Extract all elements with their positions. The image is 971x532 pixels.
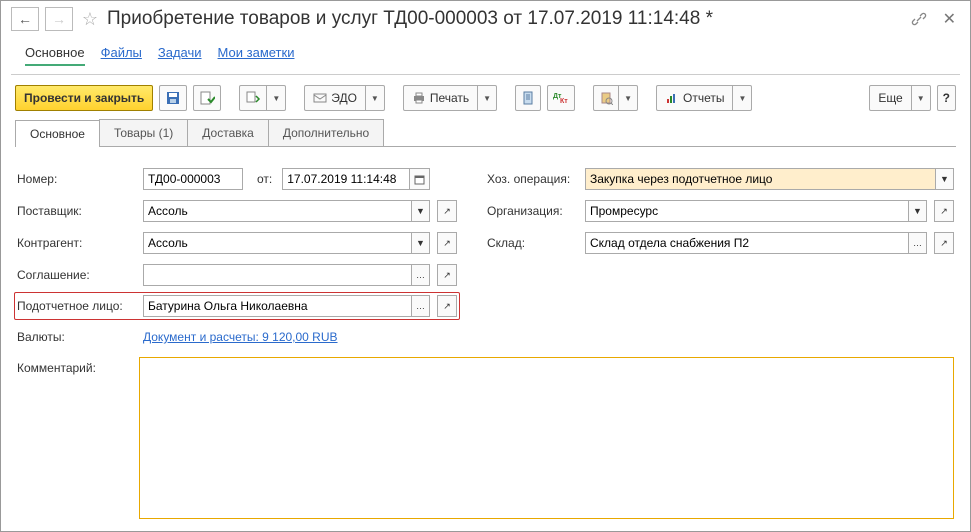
help-button[interactable]: ? [937, 85, 956, 111]
svg-text:Кт: Кт [560, 98, 568, 105]
label-comment: Комментарий: [17, 357, 139, 519]
organization-dropdown-icon[interactable]: ▼ [908, 201, 926, 221]
operation-input[interactable] [586, 169, 935, 189]
supplier-dropdown-icon[interactable]: ▼ [411, 201, 429, 221]
close-button[interactable]: ✕ [939, 9, 960, 29]
reports-dropdown[interactable]: ▼ [733, 85, 752, 111]
agreement-input[interactable] [144, 265, 411, 285]
label-agreement: Соглашение: [17, 268, 139, 282]
currencies-link[interactable]: Документ и расчеты: 9 120,00 RUB [143, 330, 338, 344]
warehouse-select-icon[interactable]: … [908, 233, 926, 253]
print-dropdown[interactable]: ▼ [478, 85, 497, 111]
print-button[interactable]: Печать [403, 85, 478, 111]
print-label: Печать [430, 91, 469, 105]
reports-button[interactable]: Отчеты [656, 85, 733, 111]
tab-goods[interactable]: Товары (1) [99, 119, 188, 146]
section-tab-tasks[interactable]: Задачи [158, 41, 202, 66]
number-input[interactable] [143, 168, 243, 190]
comment-textarea[interactable] [139, 357, 954, 519]
nav-forward-button[interactable]: → [45, 7, 73, 31]
edo-dropdown[interactable]: ▼ [366, 85, 385, 111]
supplier-open-icon[interactable]: ↗ [437, 200, 457, 222]
label-accountable: Подотчетное лицо: [17, 299, 139, 313]
label-counterparty: Контрагент: [17, 236, 139, 250]
supplier-input[interactable] [144, 201, 411, 221]
document-structure-button[interactable] [515, 85, 541, 111]
label-organization: Организация: [487, 204, 581, 218]
post-button[interactable] [193, 85, 221, 111]
accountable-input[interactable] [144, 296, 411, 316]
nav-back-button[interactable]: ← [11, 7, 39, 31]
create-based-on-dropdown[interactable]: ▼ [267, 85, 286, 111]
post-and-close-button[interactable]: Провести и закрыть [15, 85, 153, 111]
calendar-icon[interactable] [409, 169, 429, 189]
counterparty-input[interactable] [144, 233, 411, 253]
tab-delivery[interactable]: Доставка [187, 119, 269, 146]
reports-label: Отчеты [683, 91, 724, 105]
tab-extra[interactable]: Дополнительно [268, 119, 384, 146]
edo-button[interactable]: ЭДО [304, 85, 366, 111]
agreement-open-icon[interactable]: ↗ [437, 264, 457, 286]
create-based-on-button[interactable] [239, 85, 267, 111]
save-button[interactable] [159, 85, 187, 111]
accountable-open-icon[interactable]: ↗ [437, 295, 457, 317]
operation-dropdown-icon[interactable]: ▼ [935, 169, 953, 189]
section-tab-notes[interactable]: Мои заметки [218, 41, 295, 66]
agreement-select-icon[interactable]: … [411, 265, 429, 285]
organization-open-icon[interactable]: ↗ [934, 200, 954, 222]
section-tab-main[interactable]: Основное [25, 41, 85, 66]
link-icon[interactable] [911, 11, 927, 27]
counterparty-dropdown-icon[interactable]: ▼ [411, 233, 429, 253]
tab-main[interactable]: Основное [15, 120, 100, 147]
favorite-star-icon[interactable]: ☆ [79, 8, 101, 30]
label-number: Номер: [17, 172, 139, 186]
accountable-select-icon[interactable]: … [411, 296, 429, 316]
label-from: от: [257, 172, 272, 186]
attachments-button[interactable] [593, 85, 619, 111]
debit-credit-button[interactable]: ДтКт [547, 85, 575, 111]
more-dropdown[interactable]: ▼ [912, 85, 931, 111]
window-title: Приобретение товаров и услуг ТД00-000003… [107, 8, 905, 30]
more-button[interactable]: Еще [869, 85, 911, 111]
organization-input[interactable] [586, 201, 908, 221]
edo-label: ЭДО [331, 91, 357, 105]
section-tab-files[interactable]: Файлы [101, 41, 142, 66]
warehouse-input[interactable] [586, 233, 908, 253]
datetime-input[interactable] [283, 169, 409, 189]
label-warehouse: Склад: [487, 236, 581, 250]
warehouse-open-icon[interactable]: ↗ [934, 232, 954, 254]
counterparty-open-icon[interactable]: ↗ [437, 232, 457, 254]
label-operation: Хоз. операция: [487, 172, 581, 186]
label-supplier: Поставщик: [17, 204, 139, 218]
label-currencies: Валюты: [17, 330, 139, 344]
attachments-dropdown[interactable]: ▼ [619, 85, 638, 111]
